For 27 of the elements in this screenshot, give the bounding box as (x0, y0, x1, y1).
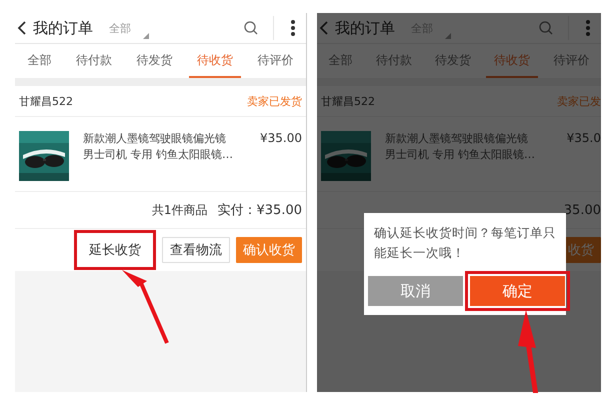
shop-name[interactable]: 甘耀昌522 (19, 94, 73, 108)
order-status: 卖家已发货 (247, 94, 302, 108)
dialog-message: 确认延长收货时间？每笔订单只能延长一次哦！ (373, 224, 557, 262)
tab[interactable]: 全部 (320, 44, 361, 78)
tab[interactable]: 待付款 (368, 44, 420, 78)
product-price: ¥35.00 (260, 131, 302, 145)
tab[interactable]: 待发货 (128, 44, 180, 78)
order-button[interactable]: 确认收货 (236, 237, 302, 263)
tab[interactable]: 待评价 (250, 44, 302, 78)
page-title: 我的订单 (335, 18, 395, 38)
page-title: 我的订单 (33, 18, 93, 38)
order-summary: 35.00 (564, 202, 601, 218)
tab[interactable]: 待发货 (426, 44, 479, 78)
shop-name[interactable]: 甘耀昌522 (321, 94, 375, 108)
filter-dropdown[interactable]: 全部 (109, 20, 131, 36)
order-button[interactable]: 查看物流 (162, 237, 230, 263)
tab[interactable]: 待付款 (68, 44, 120, 78)
product-title[interactable]: 新款潮人墨镜驾驶眼镜偏光镜男士司机 专用 钓鱼太阳眼镜… (385, 131, 535, 163)
dialog-button[interactable]: 确定 (470, 276, 565, 306)
tab[interactable]: 全部 (19, 44, 60, 78)
order-summary: 实付：¥35.00 (218, 202, 302, 219)
order-summary: 共1件商品 (152, 202, 208, 218)
dialog-button[interactable]: 取消 (368, 276, 463, 306)
tab[interactable]: 待评价 (545, 44, 598, 78)
order-status: 卖家已发 (557, 94, 601, 108)
product-title[interactable]: 新款潮人墨镜驾驶眼镜偏光镜男士司机 专用 钓鱼太阳眼镜… (83, 131, 233, 163)
product-price: ¥35.0 (566, 131, 601, 145)
